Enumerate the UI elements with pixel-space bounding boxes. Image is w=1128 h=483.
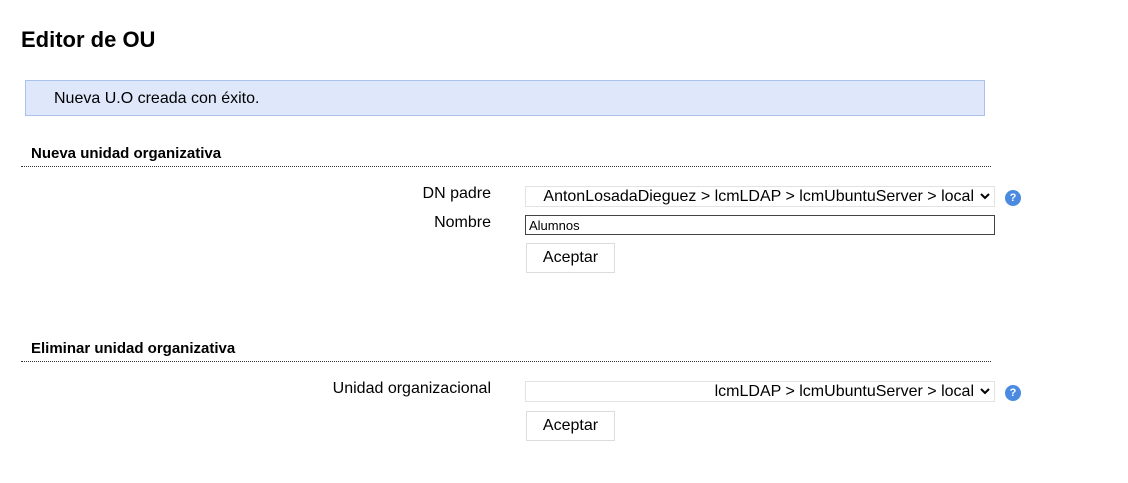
name-label: Nombre (434, 214, 491, 231)
page-title: Editor de OU (21, 27, 156, 52)
delete-ou-section-divider (21, 361, 991, 362)
chevron-down-icon (980, 388, 990, 395)
parent-dn-label: DN padre (422, 185, 491, 202)
parent-dn-selected-value: AntonLosadaDieguez > lcmLDAP > lcmUbuntu… (543, 188, 974, 205)
success-message-text: Nueva U.O creada con éxito. (54, 90, 260, 107)
success-message: Nueva U.O creada con éxito. (25, 80, 985, 116)
ou-selected-value: lcmLDAP > lcmUbuntuServer > local (714, 383, 974, 400)
delete-ou-accept-button[interactable]: Aceptar (526, 411, 615, 441)
chevron-down-icon (980, 193, 990, 200)
name-input[interactable] (525, 215, 995, 235)
ou-help-icon[interactable]: ? (1005, 385, 1021, 401)
new-ou-section-title: Nueva unidad organizativa (31, 145, 222, 162)
delete-ou-section-title: Eliminar unidad organizativa (31, 340, 236, 357)
parent-dn-select[interactable]: AntonLosadaDieguez > lcmLDAP > lcmUbuntu… (525, 186, 995, 207)
parent-dn-help-icon[interactable]: ? (1005, 190, 1021, 206)
new-ou-section-divider (21, 166, 991, 167)
ou-label: Unidad organizacional (332, 380, 491, 397)
ou-select[interactable]: lcmLDAP > lcmUbuntuServer > local (525, 381, 995, 402)
create-ou-accept-button[interactable]: Aceptar (526, 243, 615, 273)
